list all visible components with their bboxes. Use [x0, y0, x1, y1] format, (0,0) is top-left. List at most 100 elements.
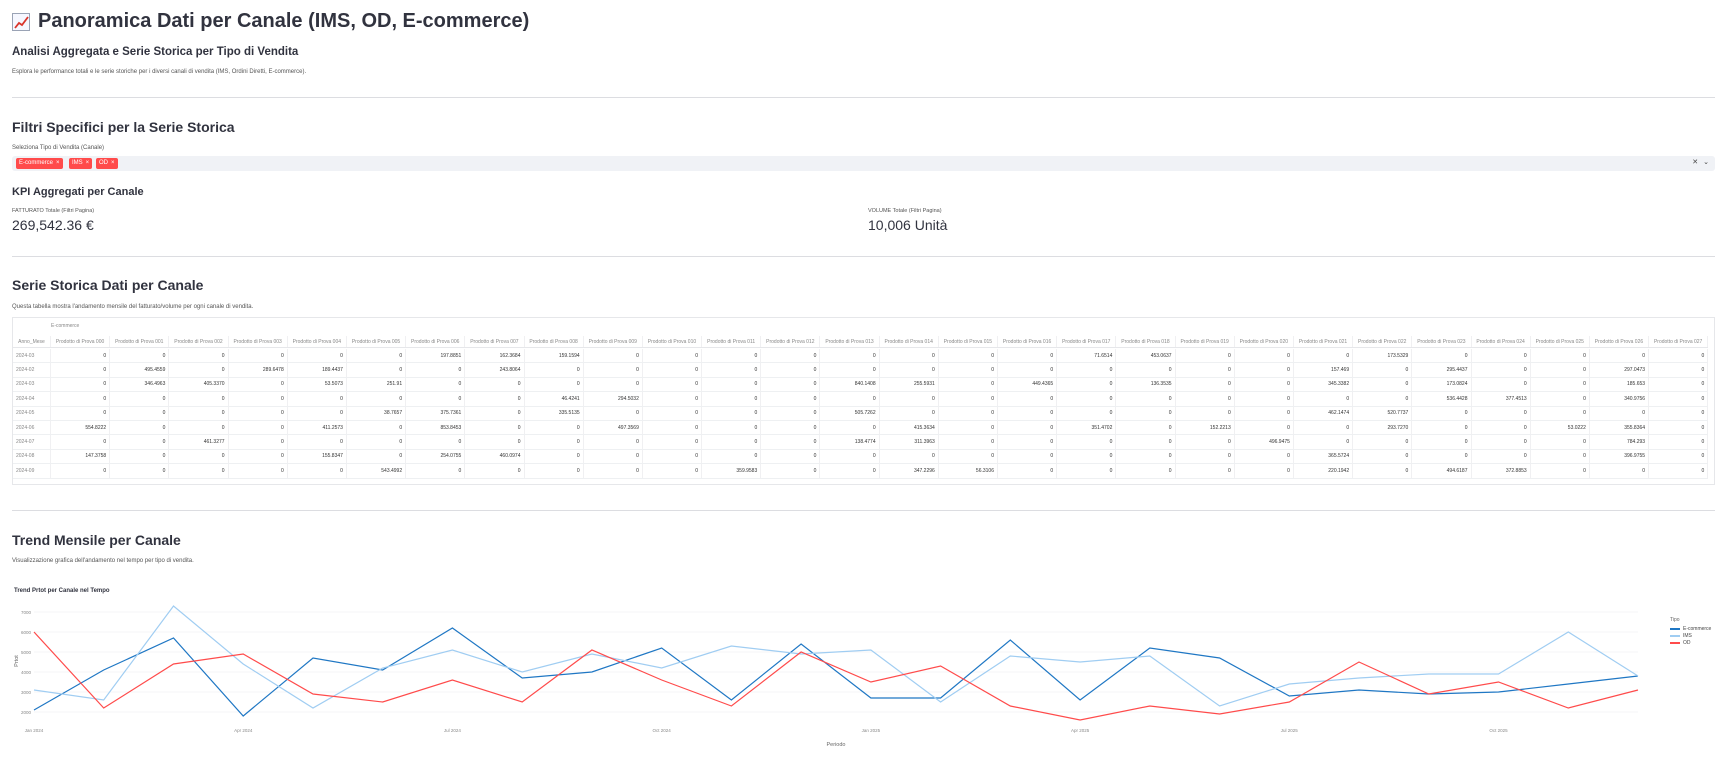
close-icon[interactable]: ×: [56, 160, 60, 166]
table-cell: 0: [1176, 449, 1235, 464]
column-header[interactable]: Prodotto di Prova 019: [1176, 336, 1235, 347]
table-row[interactable]: 2024-05 0 0 0 0 0 38.7657 375.7361 0 335.5135 0 0 0 0…: [13, 406, 1709, 421]
table-cell: 0: [229, 406, 288, 420]
column-header[interactable]: Prodotto di Prova 010: [643, 336, 703, 347]
table-cell: 311.3963: [880, 435, 939, 449]
table-cell: 0: [1649, 377, 1709, 392]
table-cell: 0: [761, 349, 821, 363]
column-header[interactable]: Prodotto di Prova 001: [110, 336, 170, 347]
column-header[interactable]: Prodotto di Prova 018: [1116, 336, 1176, 347]
column-header[interactable]: Prodotto di Prova 021: [1294, 336, 1354, 347]
table-row[interactable]: 2024-08 147.3758 0 0 0 155.8347 0 254.0755 460.0…: [13, 449, 1709, 465]
table-cell: 0: [643, 421, 703, 435]
tag-ims[interactable]: IMS ×: [69, 158, 93, 169]
column-header[interactable]: Prodotto di Prova 025: [1531, 336, 1590, 347]
legend-item[interactable]: E-commerce: [1670, 625, 1711, 632]
row-index: 2024-08: [13, 449, 51, 464]
table-cell: 0: [820, 464, 880, 478]
table-cell: 0: [761, 377, 821, 392]
clear-all-icon[interactable]: ✕: [1692, 158, 1698, 166]
close-icon[interactable]: ×: [86, 160, 90, 166]
table-cell: 0: [169, 464, 229, 478]
volume-label: VOLUME Totale (Filtri Pagina): [868, 208, 942, 214]
tag-e-commerce[interactable]: E-commerce ×: [16, 158, 63, 169]
table-cell: 0: [1531, 406, 1590, 420]
table-cell: 0: [1649, 363, 1709, 377]
table-cell: 0: [406, 363, 466, 377]
close-icon[interactable]: ×: [111, 160, 115, 166]
table-cell: 0: [1176, 392, 1235, 406]
data-table[interactable]: E-commerce Anno_Mese Prodotto di Prova 00…: [12, 317, 1715, 485]
table-cell: 0: [1472, 363, 1531, 377]
chevron-down-icon[interactable]: ⌄: [1703, 158, 1709, 166]
table-cell: 136.3535: [1116, 377, 1176, 392]
table-cell: 543.4992: [347, 464, 407, 478]
column-header[interactable]: Prodotto di Prova 000: [51, 336, 111, 347]
column-header[interactable]: Prodotto di Prova 008: [525, 336, 584, 347]
table-cell: 0: [1649, 392, 1709, 406]
table-row[interactable]: 2024-03 0 346.4963 405.3370 0 53.5073 251.91 0 0…: [13, 377, 1709, 393]
column-header[interactable]: Prodotto di Prova 022: [1353, 336, 1413, 347]
table-cell: 0: [110, 421, 170, 435]
table-caption: Questa tabella mostra l'andamento mensil…: [12, 304, 254, 310]
column-header[interactable]: Prodotto di Prova 002: [169, 336, 229, 347]
line-chart[interactable]: 2000 3000 4000 5000 6000 7000 Jan 2024 Apr 2024…: [12, 600, 1715, 770]
table-row[interactable]: 2024-02 0 495.4559 0 289.6478 189.4437 0 0 243.8…: [13, 363, 1709, 378]
column-header[interactable]: Prodotto di Prova 027: [1649, 336, 1709, 347]
column-header[interactable]: Prodotto di Prova 013: [820, 336, 880, 347]
column-header[interactable]: Prodotto di Prova 007: [465, 336, 525, 347]
column-header[interactable]: Prodotto di Prova 004: [288, 336, 347, 347]
legend-item[interactable]: IMS: [1670, 632, 1711, 639]
table-row[interactable]: 2024-06 554.8222 0 0 0 411.2573 0 853.8453 0 0 497…: [13, 421, 1709, 436]
table-cell: 197.8851: [406, 349, 466, 363]
column-header[interactable]: Prodotto di Prova 003: [229, 336, 288, 347]
row-index: 2024-03: [13, 377, 51, 392]
table-cell: 0: [820, 349, 880, 363]
table-cell: 0: [702, 377, 762, 392]
legend-label: OD: [1683, 639, 1691, 646]
table-cell: 0: [1235, 377, 1294, 392]
column-header[interactable]: Prodotto di Prova 009: [584, 336, 643, 347]
column-header[interactable]: Prodotto di Prova 006: [406, 336, 466, 347]
table-cell: 0: [406, 392, 466, 406]
x-tick-label: Jul 2025: [1281, 728, 1299, 733]
column-header[interactable]: Prodotto di Prova 017: [1057, 336, 1117, 347]
column-header[interactable]: Prodotto di Prova 016: [998, 336, 1058, 347]
table-row[interactable]: 2024-04 0 0 0 0 0 0 0 0 46.4241 294.5032 0 0 0 0 0 0 0 0 0 0…: [13, 392, 1709, 407]
table-cell: 0: [229, 392, 288, 406]
column-header[interactable]: Prodotto di Prova 024: [1472, 336, 1531, 347]
y-tick-label: 4000: [21, 670, 32, 675]
column-header[interactable]: Prodotto di Prova 011: [702, 336, 762, 347]
row-index: 2024-05: [13, 406, 51, 420]
channel-multiselect[interactable]: E-commerce × IMS × OD × ✕ ⌄: [12, 156, 1715, 171]
column-header[interactable]: Prodotto di Prova 026: [1590, 336, 1650, 347]
column-header[interactable]: Prodotto di Prova 014: [880, 336, 939, 347]
table-cell: 340.9756: [1590, 392, 1650, 406]
column-header[interactable]: Prodotto di Prova 012: [761, 336, 821, 347]
tag-od[interactable]: OD ×: [96, 158, 118, 169]
table-cell: 0: [110, 392, 170, 406]
table-row[interactable]: 2024-07 0 0 461.3277 0 0 0 0 0 0 0 0 0 0 138.4774 311.3…: [13, 435, 1709, 450]
table-cell: 0: [110, 435, 170, 449]
column-header[interactable]: Prodotto di Prova 023: [1412, 336, 1472, 347]
table-cell: 0: [998, 421, 1058, 435]
table-row[interactable]: 2024-09 0 0 0 0 0 543.4992 0 0 0 0 0 359.9583 0 0 347.2…: [13, 464, 1709, 479]
column-header[interactable]: Prodotto di Prova 005: [347, 336, 407, 347]
table-cell: 0: [702, 406, 762, 420]
table-row[interactable]: 2024-03 0 0 0 0 0 0 197.8851 162.3684 159.1594 0 0 0…: [13, 349, 1709, 364]
column-header[interactable]: Prodotto di Prova 015: [939, 336, 998, 347]
table-cell: 46.4241: [525, 392, 584, 406]
table-cell: 0: [643, 349, 703, 363]
column-group-label: E-commerce: [51, 323, 80, 329]
table-cell: 0: [1412, 449, 1472, 464]
table-cell: 0: [1057, 464, 1117, 478]
table-cell: 254.0755: [406, 449, 466, 464]
table-heading: Serie Storica Dati per Canale: [12, 277, 204, 293]
table-cell: 0: [288, 406, 347, 420]
table-cell: 0: [1057, 449, 1117, 464]
table-cell: 0: [1412, 406, 1472, 420]
table-cell: 0: [1116, 421, 1176, 435]
column-header[interactable]: Prodotto di Prova 020: [1235, 336, 1294, 347]
table-cell: 0: [939, 349, 998, 363]
legend-item[interactable]: OD: [1670, 639, 1711, 646]
